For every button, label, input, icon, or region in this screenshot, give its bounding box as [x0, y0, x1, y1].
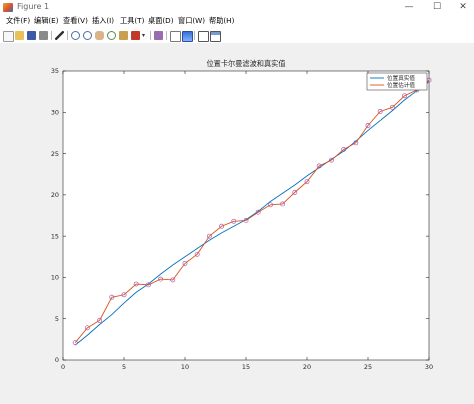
window-titlebar: Figure 1 — ☐ ✕ — [0, 0, 474, 15]
link-icon[interactable] — [154, 31, 163, 40]
menu-tools[interactable]: 工具(T) — [120, 16, 144, 26]
toolbar-separator — [150, 31, 151, 40]
menu-edit[interactable]: 编辑(E) — [34, 16, 59, 26]
line-chart: 位置卡尔曼滤波和真实值 0 5 10 15 20 25 30 0 5 10 15 20 25 30 35 位… — [51, 59, 433, 371]
chart-title: 位置卡尔曼滤波和真实值 — [206, 59, 285, 68]
figure-canvas: 位置卡尔曼滤波和真实值 0 5 10 15 20 25 30 0 5 10 15 20 25 30 35 位… — [0, 43, 474, 404]
rotate-icon[interactable] — [107, 31, 116, 40]
y-tick-label: 10 — [51, 274, 59, 282]
legend-icon[interactable] — [182, 31, 193, 42]
menu-bar: 文件(F) 编辑(E) 查看(V) 插入(I) 工具(T) 桌面(D) 窗口(W… — [0, 15, 474, 29]
y-tick-label: 30 — [51, 108, 59, 116]
y-tick-label: 25 — [51, 150, 59, 158]
x-tick-label: 30 — [425, 363, 433, 371]
x-tick-label: 10 — [181, 363, 189, 371]
show-plot-tools-icon[interactable] — [210, 31, 221, 42]
data-cursor-icon[interactable] — [119, 31, 128, 40]
y-tick-label: 35 — [51, 67, 59, 75]
hide-plot-tools-icon[interactable] — [198, 31, 209, 42]
figure-toolbar: ▾ — [0, 29, 474, 42]
y-tick-label: 0 — [55, 356, 59, 364]
y-tick-label: 20 — [51, 191, 59, 199]
brush-icon[interactable] — [131, 31, 140, 40]
legend-label: 位置真实值 — [387, 74, 415, 82]
chart-legend: 位置真实值位置估计值 — [366, 72, 428, 91]
axes-background — [62, 70, 430, 361]
save-icon[interactable] — [27, 31, 36, 40]
minimize-button[interactable]: — — [398, 0, 420, 15]
brush-dropdown-icon[interactable]: ▾ — [142, 31, 147, 40]
open-file-icon[interactable] — [15, 31, 24, 40]
matlab-logo-icon — [3, 3, 13, 12]
pan-icon[interactable] — [95, 31, 104, 40]
x-tick-label: 5 — [122, 363, 126, 371]
window-title: Figure 1 — [17, 2, 50, 11]
print-icon[interactable] — [39, 31, 48, 40]
x-tick-label: 0 — [61, 363, 65, 371]
y-tick-label: 5 — [55, 315, 59, 323]
menu-file[interactable]: 文件(F) — [6, 16, 30, 26]
toolbar-separator — [166, 31, 167, 40]
menu-desktop[interactable]: 桌面(D) — [148, 16, 174, 26]
toolbar-separator — [194, 31, 195, 40]
new-figure-icon[interactable] — [3, 31, 14, 42]
x-tick-label: 20 — [303, 363, 311, 371]
menu-help[interactable]: 帮助(H) — [209, 16, 234, 26]
toolbar-separator — [67, 31, 68, 40]
zoom-in-icon[interactable] — [71, 31, 80, 40]
x-tick-label: 25 — [364, 363, 372, 371]
zoom-out-icon[interactable] — [83, 31, 92, 40]
x-tick-label: 15 — [242, 363, 250, 371]
colorbar-icon[interactable] — [170, 31, 181, 42]
legend-label: 位置估计值 — [387, 81, 415, 89]
toolbar-separator — [51, 31, 52, 40]
maximize-button[interactable]: ☐ — [426, 0, 448, 15]
y-tick-label: 15 — [51, 232, 59, 240]
menu-window[interactable]: 窗口(W) — [178, 16, 205, 26]
close-button[interactable]: ✕ — [452, 0, 474, 15]
pointer-icon[interactable] — [55, 31, 64, 40]
menu-insert[interactable]: 插入(I) — [92, 16, 114, 26]
menu-view[interactable]: 查看(V) — [63, 16, 88, 26]
